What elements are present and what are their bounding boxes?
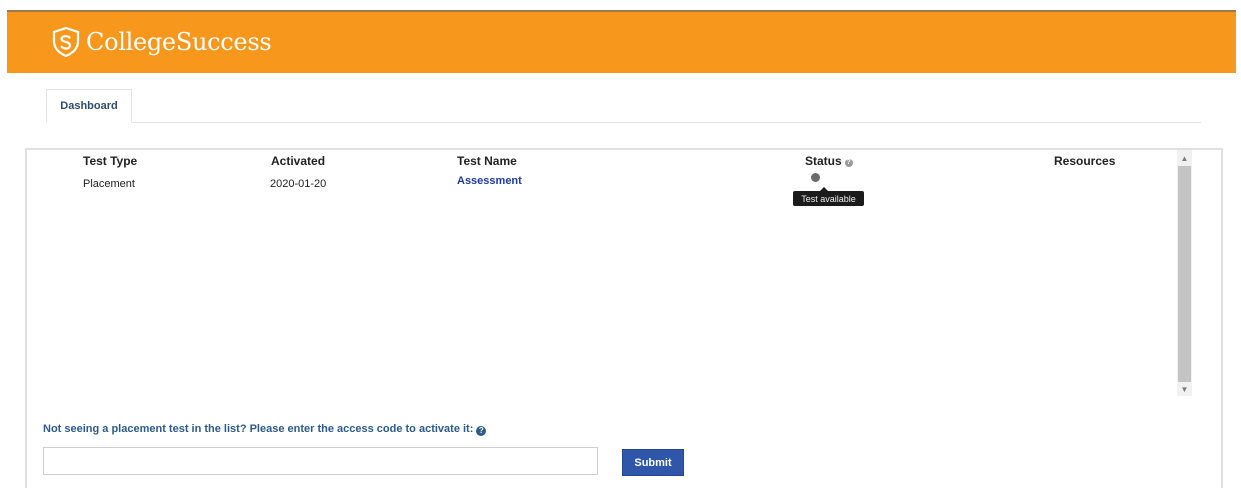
cell-test-name: Assessment <box>457 175 522 187</box>
cell-test-type: Placement <box>83 178 135 190</box>
brand-name: CollegeSuccess <box>86 28 272 56</box>
column-header-resources: Resources <box>1054 154 1116 168</box>
help-icon[interactable]: ? <box>844 159 853 167</box>
scrollbar-thumb[interactable] <box>1178 166 1191 382</box>
column-header-activated: Activated <box>271 154 326 168</box>
status-dot-icon[interactable] <box>811 173 820 182</box>
app-header: CollegeSuccess <box>7 10 1236 73</box>
shield-icon <box>52 27 80 57</box>
access-code-prompt: Not seeing a placement test in the list?… <box>43 423 487 436</box>
question-icon[interactable]: ? <box>476 426 487 436</box>
column-header-test-type: Test Type <box>83 154 138 168</box>
status-header-label: Status <box>805 154 842 168</box>
access-code-prompt-text: Not seeing a placement test in the list?… <box>43 423 474 435</box>
tab-dashboard[interactable]: Dashboard <box>46 89 132 123</box>
cell-activated: 2020-01-20 <box>270 178 327 190</box>
access-code-input[interactable] <box>43 447 598 475</box>
brand-logo[interactable]: CollegeSuccess <box>52 27 272 57</box>
page-top-strip <box>0 0 1241 10</box>
tests-panel <box>25 148 1223 488</box>
submit-button[interactable]: Submit <box>622 449 684 476</box>
status-tooltip: Test available <box>793 187 864 206</box>
column-header-test-name: Test Name <box>457 154 517 168</box>
scroll-down-arrow-icon[interactable]: ▼ <box>1177 382 1192 396</box>
tabs-divider <box>46 122 1201 123</box>
column-header-status: Status? <box>805 154 853 168</box>
assessment-link[interactable]: Assessment <box>457 175 522 187</box>
scroll-up-arrow-icon[interactable]: ▲ <box>1177 151 1192 165</box>
